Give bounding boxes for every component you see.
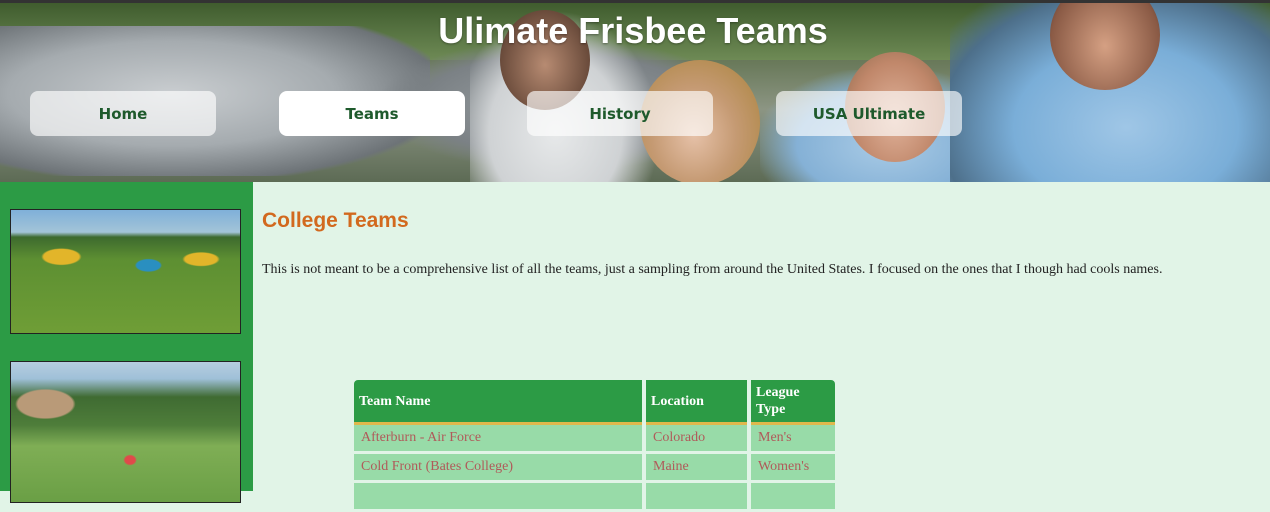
cell-team-name: Cold Front (Bates College): [354, 454, 642, 483]
table-header-row: Team Name Location League Type: [354, 380, 835, 425]
cell-location: [646, 483, 747, 512]
sidebar-photo-field: [10, 361, 241, 503]
table-row: Afterburn - Air Force Colorado Men's: [354, 425, 835, 454]
nav-teams-button[interactable]: Teams: [279, 91, 465, 136]
header-league-type: League Type: [751, 380, 835, 425]
table-row: [354, 483, 835, 512]
cell-league-type: Men's: [751, 425, 835, 454]
nav-history-button[interactable]: History: [527, 91, 713, 136]
header-team-name: Team Name: [354, 380, 642, 425]
cell-team-name: [354, 483, 642, 512]
top-border: [0, 0, 1270, 3]
cell-location: Maine: [646, 454, 747, 483]
sidebar: [0, 182, 253, 503]
cell-team-name: Afterburn - Air Force: [354, 425, 642, 454]
table-row: Cold Front (Bates College) Maine Women's: [354, 454, 835, 483]
cell-location: Colorado: [646, 425, 747, 454]
nav-usa-ultimate-button[interactable]: USA Ultimate: [776, 91, 962, 136]
header-banner: Ulimate Frisbee Teams Home Teams History…: [0, 0, 1270, 182]
site-title: Ulimate Frisbee Teams: [438, 10, 828, 51]
nav-home-button[interactable]: Home: [30, 91, 216, 136]
teams-table: Team Name Location League Type Afterburn…: [350, 380, 839, 512]
section-title: College Teams: [262, 209, 409, 232]
sidebar-photo-players: [10, 209, 241, 334]
header-location: Location: [646, 380, 747, 425]
intro-paragraph: This is not meant to be a comprehensive …: [262, 262, 1163, 277]
cell-league-type: [751, 483, 835, 512]
cell-league-type: Women's: [751, 454, 835, 483]
